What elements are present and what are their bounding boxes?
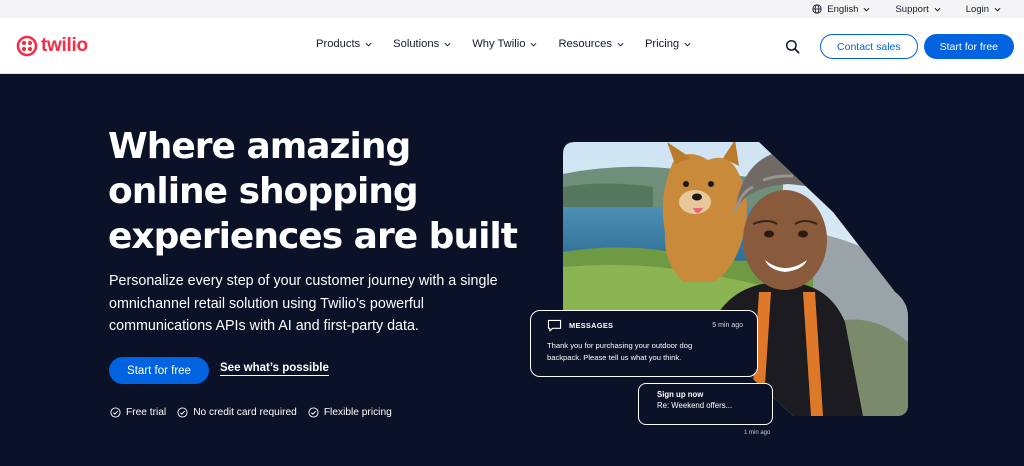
subhead-line: Personalize every step of your customer …	[109, 273, 498, 289]
message-card-header: MESSAGES 5 min ago	[547, 319, 743, 332]
perks-list: Free trial No credit card required Flexi…	[110, 407, 403, 418]
headline-line: online shopping	[108, 171, 419, 212]
perk-item: Free trial	[110, 407, 166, 418]
message-card-time: 5 min ago	[712, 322, 743, 329]
signup-notification-card: Sign up now Re: Weekend offers...	[638, 383, 773, 425]
nav-resources[interactable]: Resources	[558, 38, 624, 50]
start-free-nav-button[interactable]: Start for free	[923, 34, 1014, 59]
nav-link-label: Products	[316, 38, 361, 50]
nav-link-label: Resources	[558, 38, 612, 50]
check-circle-icon	[308, 407, 319, 418]
support-menu[interactable]: Support	[895, 4, 945, 15]
message-card-body: Thank you for purchasing your outdoor do…	[547, 340, 743, 364]
message-card-label: MESSAGES	[569, 321, 614, 330]
signup-card-title: Sign up now	[657, 390, 704, 399]
chevron-down-icon	[444, 42, 451, 46]
chevron-down-icon	[934, 7, 941, 12]
nav-solutions[interactable]: Solutions	[393, 38, 451, 50]
nav-why-twilio[interactable]: Why Twilio	[472, 38, 537, 50]
search-icon	[785, 39, 799, 54]
start-free-hero-button[interactable]: Start for free	[109, 357, 209, 384]
hero-subheading: Personalize every step of your customer …	[109, 270, 529, 338]
headline-line: experiences are built	[108, 216, 518, 257]
nav-products[interactable]: Products	[316, 38, 372, 50]
nav-pricing[interactable]: Pricing	[645, 38, 691, 50]
chevron-down-icon	[365, 42, 372, 46]
chevron-down-icon	[530, 42, 537, 46]
utility-bar: English Support Login	[0, 0, 1024, 18]
chat-bubble-icon	[547, 319, 562, 332]
perk-item: Flexible pricing	[308, 407, 392, 418]
chevron-down-icon	[863, 7, 870, 12]
hero-headline: Where amazing online shopping experience…	[108, 124, 528, 259]
language-selector[interactable]: English	[812, 4, 875, 15]
main-navbar: twilio Products Solutions Why Twilio Res…	[0, 18, 1024, 74]
perk-label: Flexible pricing	[323, 407, 392, 418]
hero-section: Where amazing online shopping experience…	[0, 75, 1024, 466]
check-circle-icon	[177, 407, 188, 418]
subhead-line: omnichannel retail solution using Twilio…	[109, 295, 424, 312]
chevron-down-icon	[994, 7, 1001, 12]
contact-sales-button[interactable]: Contact sales	[820, 34, 918, 59]
nav-actions: Contact sales Start for free	[782, 34, 1014, 59]
message-card-label-group: MESSAGES	[547, 319, 613, 332]
chevron-down-icon	[617, 42, 624, 46]
support-label: Support	[895, 3, 929, 15]
login-label: Login	[965, 3, 989, 15]
signup-card-time: 1 min ago	[744, 430, 771, 436]
message-body-line: Thank you for purchasing your outdoor do…	[547, 341, 693, 350]
signup-card-body: Re: Weekend offers...	[657, 400, 733, 410]
message-notification-card: MESSAGES 5 min ago Thank you for purchas…	[530, 310, 758, 377]
chevron-down-icon	[684, 42, 691, 46]
message-body-line: backpack. Please tell us what you think.	[547, 353, 682, 362]
primary-nav: Products Solutions Why Twilio Resources …	[316, 38, 712, 50]
login-menu[interactable]: Login	[966, 4, 1006, 15]
logo-wordmark: twilio	[41, 35, 88, 56]
globe-icon	[812, 4, 822, 14]
perk-label: Free trial	[126, 407, 167, 418]
check-circle-icon	[110, 407, 121, 418]
search-button[interactable]	[782, 37, 802, 57]
nav-link-label: Why Twilio	[472, 38, 526, 50]
see-whats-possible-link[interactable]: See what’s possible	[220, 362, 329, 376]
language-label: English	[827, 3, 859, 15]
perk-item: No credit card required	[177, 407, 297, 418]
headline-line: Where amazing	[108, 126, 411, 167]
twilio-logo[interactable]: twilio	[16, 35, 88, 57]
nav-link-label: Pricing	[644, 38, 680, 50]
twilio-logo-icon	[16, 35, 38, 57]
perk-label: No credit card required	[193, 407, 297, 418]
nav-link-label: Solutions	[393, 38, 440, 50]
subhead-line: communications APIs with AI and first-pa…	[109, 318, 419, 334]
